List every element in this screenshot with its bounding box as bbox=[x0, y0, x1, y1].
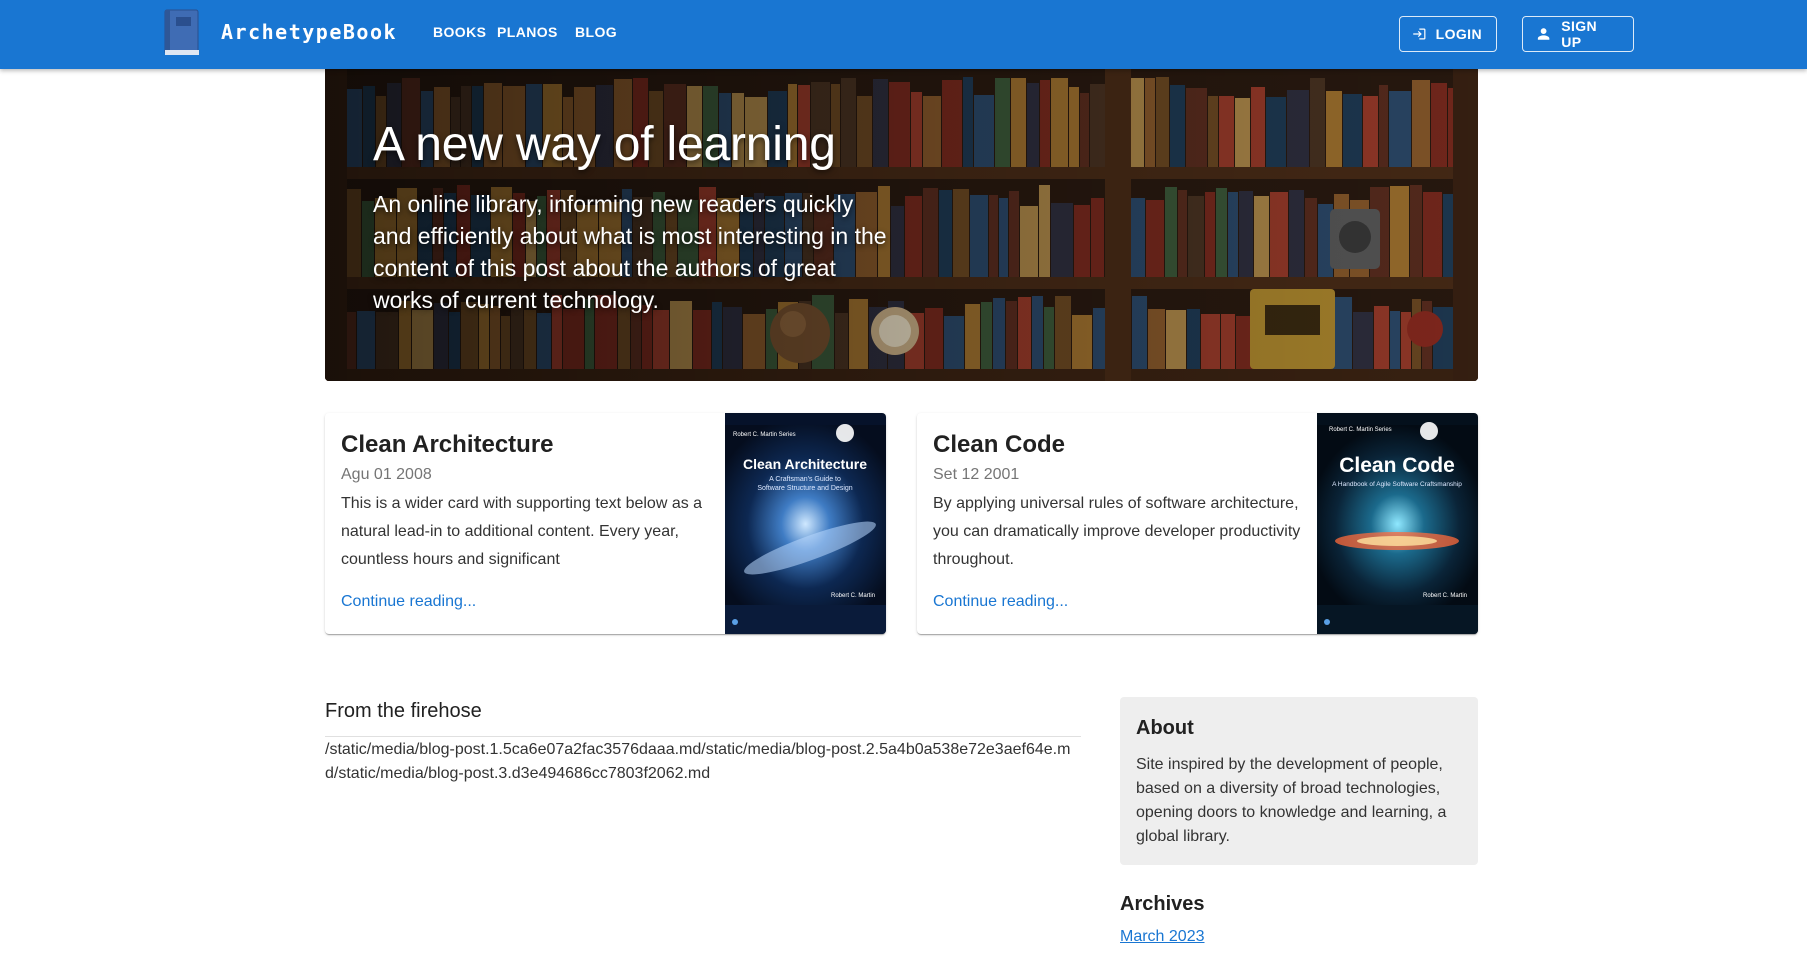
about-panel: About Site inspired by the development o… bbox=[1120, 697, 1478, 865]
card-title: Clean Architecture bbox=[341, 431, 554, 458]
hero-description: An online library, informing new readers… bbox=[373, 191, 887, 313]
nav-blog[interactable]: BLOG bbox=[575, 24, 617, 40]
cover-author: Robert C. Martin bbox=[831, 593, 875, 599]
cover-subtitle: A Handbook of Agile Software Craftsmansh… bbox=[1332, 481, 1462, 488]
hero-title: A new way of learning bbox=[373, 118, 836, 171]
card-description: This is a wider card with supporting tex… bbox=[341, 495, 703, 568]
cover-title: Clean Architecture bbox=[743, 456, 867, 472]
person-icon bbox=[1537, 28, 1550, 40]
cover-subtitle: A Craftsman's Guide to bbox=[769, 476, 841, 483]
cover-title: Clean Code bbox=[1339, 454, 1455, 477]
cover-subtitle: Software Structure and Design bbox=[757, 485, 852, 492]
continue-reading-link[interactable]: Continue reading... bbox=[341, 593, 476, 611]
about-text: Site inspired by the development of peop… bbox=[1136, 756, 1447, 845]
login-icon bbox=[1413, 28, 1426, 40]
archives-heading: Archives bbox=[1120, 893, 1205, 915]
app-bar: ArchetypeBook BOOKS PLANOS BLOG LOGIN SI… bbox=[0, 0, 1807, 69]
card-title: Clean Code bbox=[933, 431, 1066, 458]
sign-up-label: SIGN UP bbox=[1561, 18, 1598, 50]
nav-planos[interactable]: PLANOS bbox=[497, 24, 558, 40]
featured-post-card[interactable]: Clean Code Set 12 2001 By applying unive… bbox=[917, 413, 1478, 634]
featured-post-card[interactable]: Clean Architecture Agu 01 2008 This is a… bbox=[325, 413, 886, 634]
login-button[interactable]: LOGIN bbox=[1399, 16, 1497, 52]
card-description: By applying universal rules of software … bbox=[933, 495, 1301, 568]
cover-series: Robert C. Martin Series bbox=[733, 432, 796, 438]
sign-up-button[interactable]: SIGN UP bbox=[1522, 16, 1634, 52]
about-title: About bbox=[1136, 717, 1194, 739]
login-label: LOGIN bbox=[1435, 26, 1482, 42]
card-date: Agu 01 2008 bbox=[341, 466, 432, 483]
nav-books[interactable]: BOOKS bbox=[433, 24, 486, 40]
brand-name[interactable]: ArchetypeBook bbox=[221, 20, 397, 44]
card-date: Set 12 2001 bbox=[933, 466, 1020, 483]
divider bbox=[325, 736, 1081, 737]
continue-reading-link[interactable]: Continue reading... bbox=[933, 593, 1068, 611]
cover-author: Robert C. Martin bbox=[1423, 593, 1467, 599]
book-cover-image: Robert C. Martin Series Clean Architectu… bbox=[725, 413, 886, 634]
archive-link-march-2023[interactable]: March 2023 bbox=[1120, 928, 1205, 946]
book-cover-image: Robert C. Martin Series Clean Code A Han… bbox=[1317, 413, 1478, 634]
blog-posts-list: /static/media/blog-post.1.5ca6e07a2fac35… bbox=[325, 741, 1071, 782]
book-logo-icon[interactable] bbox=[164, 9, 200, 56]
firehose-heading: From the firehose bbox=[325, 700, 482, 722]
cover-series: Robert C. Martin Series bbox=[1329, 427, 1392, 433]
hero-banner: A new way of learning An online library,… bbox=[325, 69, 1478, 381]
